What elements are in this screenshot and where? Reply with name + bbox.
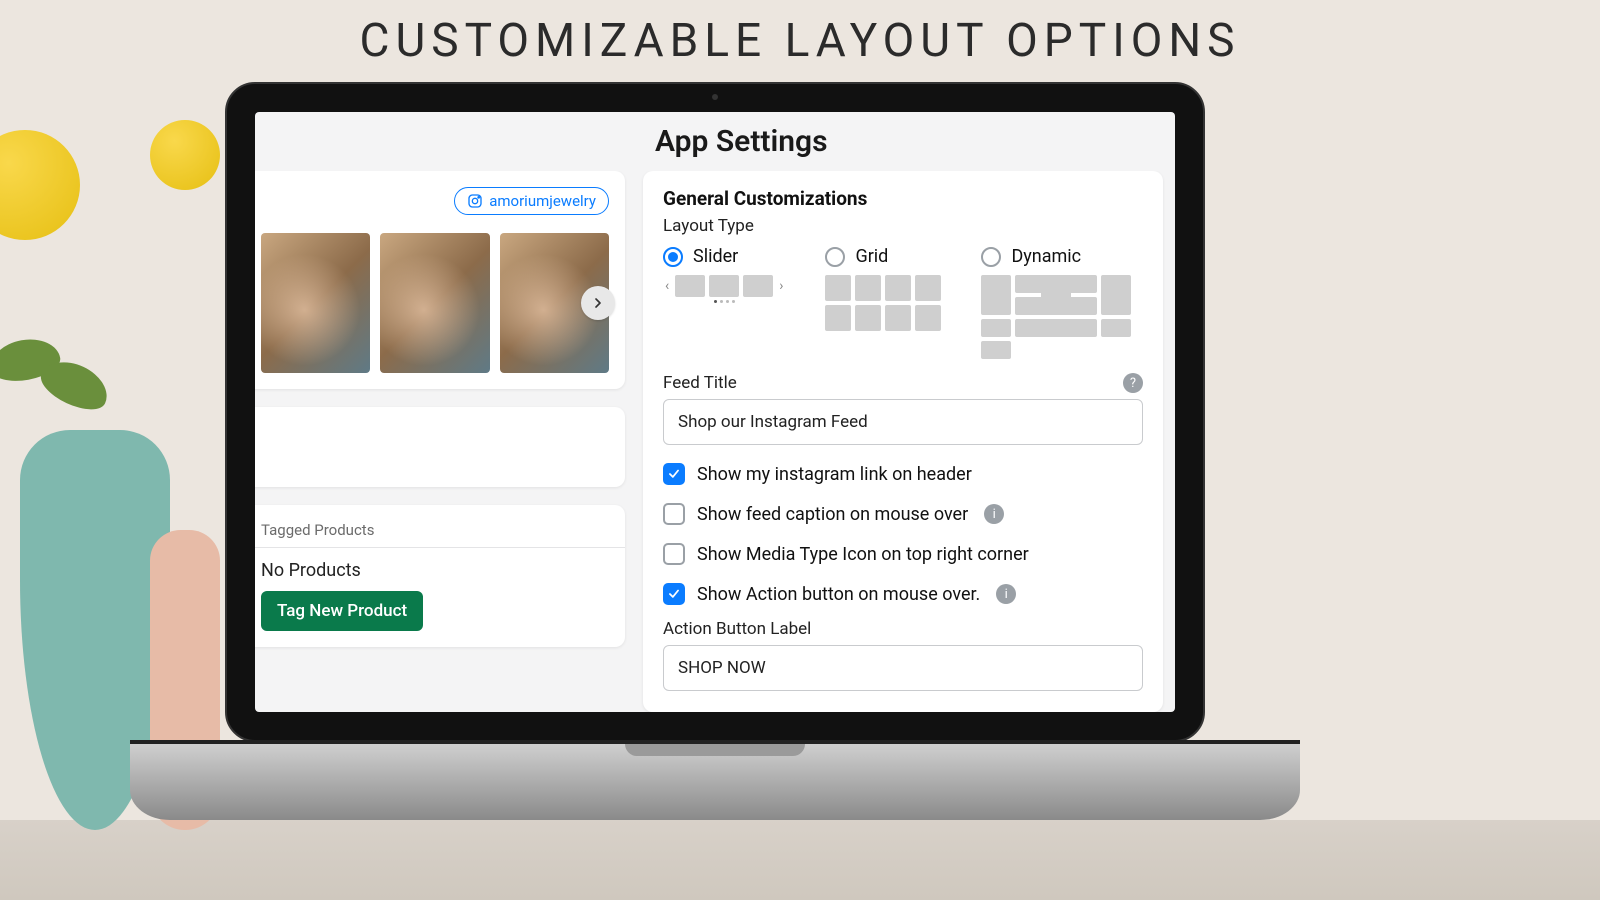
slider-thumbnail: ‹ › (663, 275, 785, 297)
screen: App Settings amoriumjewelry (255, 112, 1175, 712)
decor-ball (150, 120, 220, 190)
action-button-label-title: Action Button Label (663, 619, 1143, 639)
instagram-handle-text: amoriumjewelry (489, 192, 596, 210)
spacer-card (255, 407, 625, 487)
feed-title-label: Feed Title (663, 373, 737, 393)
tagged-products-label: Tagged Products (261, 521, 609, 539)
dynamic-thumbnail (981, 275, 1119, 359)
checkbox-show-caption[interactable]: Show feed caption on mouse over i (663, 503, 1143, 525)
layout-option-label: Grid (855, 246, 888, 267)
layout-option-slider[interactable]: Slider ‹ › (663, 246, 785, 303)
checkbox-show-ig-link[interactable]: Show my instagram link on header (663, 463, 1143, 485)
camera-notch (712, 94, 718, 100)
layout-option-label: Dynamic (1011, 246, 1081, 267)
divider (255, 547, 625, 548)
layout-type-options: Slider ‹ › (663, 246, 1143, 359)
action-button-label-input[interactable] (663, 645, 1143, 691)
chevron-right-icon (590, 295, 606, 311)
tagged-products-card: Tagged Products No Products Tag New Prod… (255, 505, 625, 647)
settings-panel: General Customizations Layout Type Slide… (643, 171, 1163, 712)
checkbox-icon (663, 543, 685, 565)
decor-ball (0, 130, 80, 240)
checkbox-label: Show Action button on mouse over. (697, 584, 980, 605)
page-title: App Settings (255, 112, 1175, 171)
laptop-base (130, 740, 1300, 820)
chevron-right-icon: › (777, 278, 785, 294)
checkbox-icon (663, 503, 685, 525)
info-icon[interactable]: i (996, 584, 1016, 604)
checkbox-show-media-icon[interactable]: Show Media Type Icon on top right corner (663, 543, 1143, 565)
floor (0, 820, 1600, 900)
carousel-next-button[interactable] (581, 286, 615, 320)
layout-type-label: Layout Type (663, 216, 1143, 236)
chevron-left-icon: ‹ (663, 278, 671, 294)
checkbox-label: Show Media Type Icon on top right corner (697, 544, 1029, 565)
instagram-preview-card: amoriumjewelry (255, 171, 625, 389)
checkbox-label: Show feed caption on mouse over (697, 504, 968, 525)
layout-option-dynamic[interactable]: Dynamic (981, 246, 1119, 359)
marketing-headline: CUSTOMIZABLE LAYOUT OPTIONS (0, 14, 1600, 68)
feed-title-input[interactable] (663, 399, 1143, 445)
feed-preview-row (261, 233, 609, 373)
radio-icon (825, 247, 845, 267)
feed-photo[interactable] (261, 233, 370, 373)
checkbox-label: Show my instagram link on header (697, 464, 972, 485)
layout-option-grid[interactable]: Grid (825, 246, 941, 331)
radio-icon (981, 247, 1001, 267)
tag-new-product-button[interactable]: Tag New Product (261, 591, 423, 631)
help-icon[interactable]: ? (1123, 373, 1143, 393)
no-products-text: No Products (261, 560, 609, 581)
laptop-frame: App Settings amoriumjewelry (225, 82, 1205, 742)
grid-thumbnail (825, 275, 941, 331)
instagram-icon (467, 193, 483, 209)
general-customizations-heading: General Customizations (663, 187, 1143, 210)
checkbox-icon (663, 583, 685, 605)
checkbox-icon (663, 463, 685, 485)
info-icon[interactable]: i (984, 504, 1004, 524)
layout-option-label: Slider (693, 246, 738, 267)
instagram-handle-badge[interactable]: amoriumjewelry (454, 187, 609, 215)
feed-photo[interactable] (380, 233, 489, 373)
radio-icon (663, 247, 683, 267)
checkbox-show-action-button[interactable]: Show Action button on mouse over. i (663, 583, 1143, 605)
